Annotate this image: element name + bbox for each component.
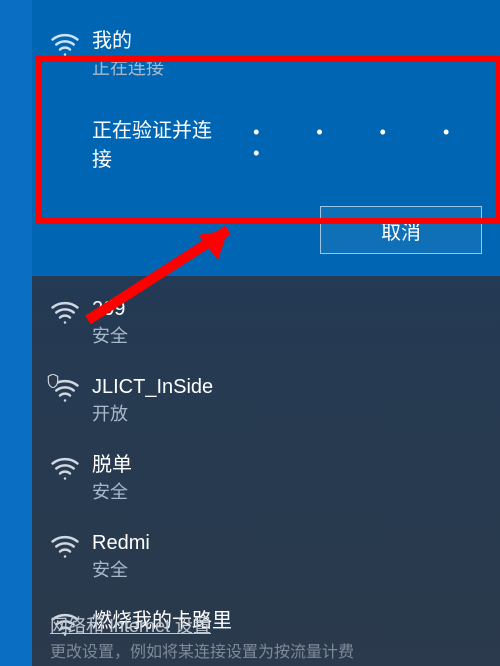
network-item[interactable]: Redmi 安全 (32, 524, 500, 588)
network-name: 脱单 (92, 452, 132, 478)
network-name: Redmi (92, 530, 150, 556)
connecting-status-row: 正在验证并连接 • • • • • (92, 114, 500, 172)
progress-dots: • • • • • (253, 122, 500, 164)
wifi-icon (50, 300, 80, 325)
network-item-connecting[interactable]: 我的 正在连接 (32, 0, 500, 86)
open-network-shield-icon (46, 374, 60, 388)
cancel-button[interactable]: 取消 (320, 206, 482, 254)
network-security: 开放 (92, 402, 213, 426)
network-security: 安全 (92, 558, 150, 582)
network-item[interactable]: JLICT_InSide 开放 (32, 368, 500, 432)
wifi-flyout-panel: 我的 正在连接 正在验证并连接 • • • • • 取消 209 安全 JLIC… (32, 0, 500, 666)
wifi-icon (50, 456, 80, 481)
network-security: 安全 (92, 480, 132, 504)
network-name: 我的 (92, 28, 164, 54)
network-name: 209 (92, 296, 128, 322)
connecting-network-block[interactable]: 我的 正在连接 正在验证并连接 • • • • • 取消 (32, 0, 500, 276)
wifi-icon (50, 534, 80, 559)
network-settings-link[interactable]: 网络和 Internet 设置 (50, 612, 211, 638)
network-settings-sub: 更改设置，例如将某连接设置为按流量计费 (50, 638, 490, 662)
wifi-icon (50, 378, 80, 403)
network-status-sub: 正在连接 (92, 56, 164, 80)
network-name: JLICT_InSide (92, 374, 213, 400)
network-item[interactable]: 209 安全 (32, 290, 500, 354)
connecting-status-text: 正在验证并连接 (92, 114, 213, 172)
network-security: 安全 (92, 324, 128, 348)
cancel-button-label: 取消 (381, 216, 421, 245)
network-item[interactable]: 脱单 安全 (32, 446, 500, 510)
wifi-icon (50, 32, 80, 57)
